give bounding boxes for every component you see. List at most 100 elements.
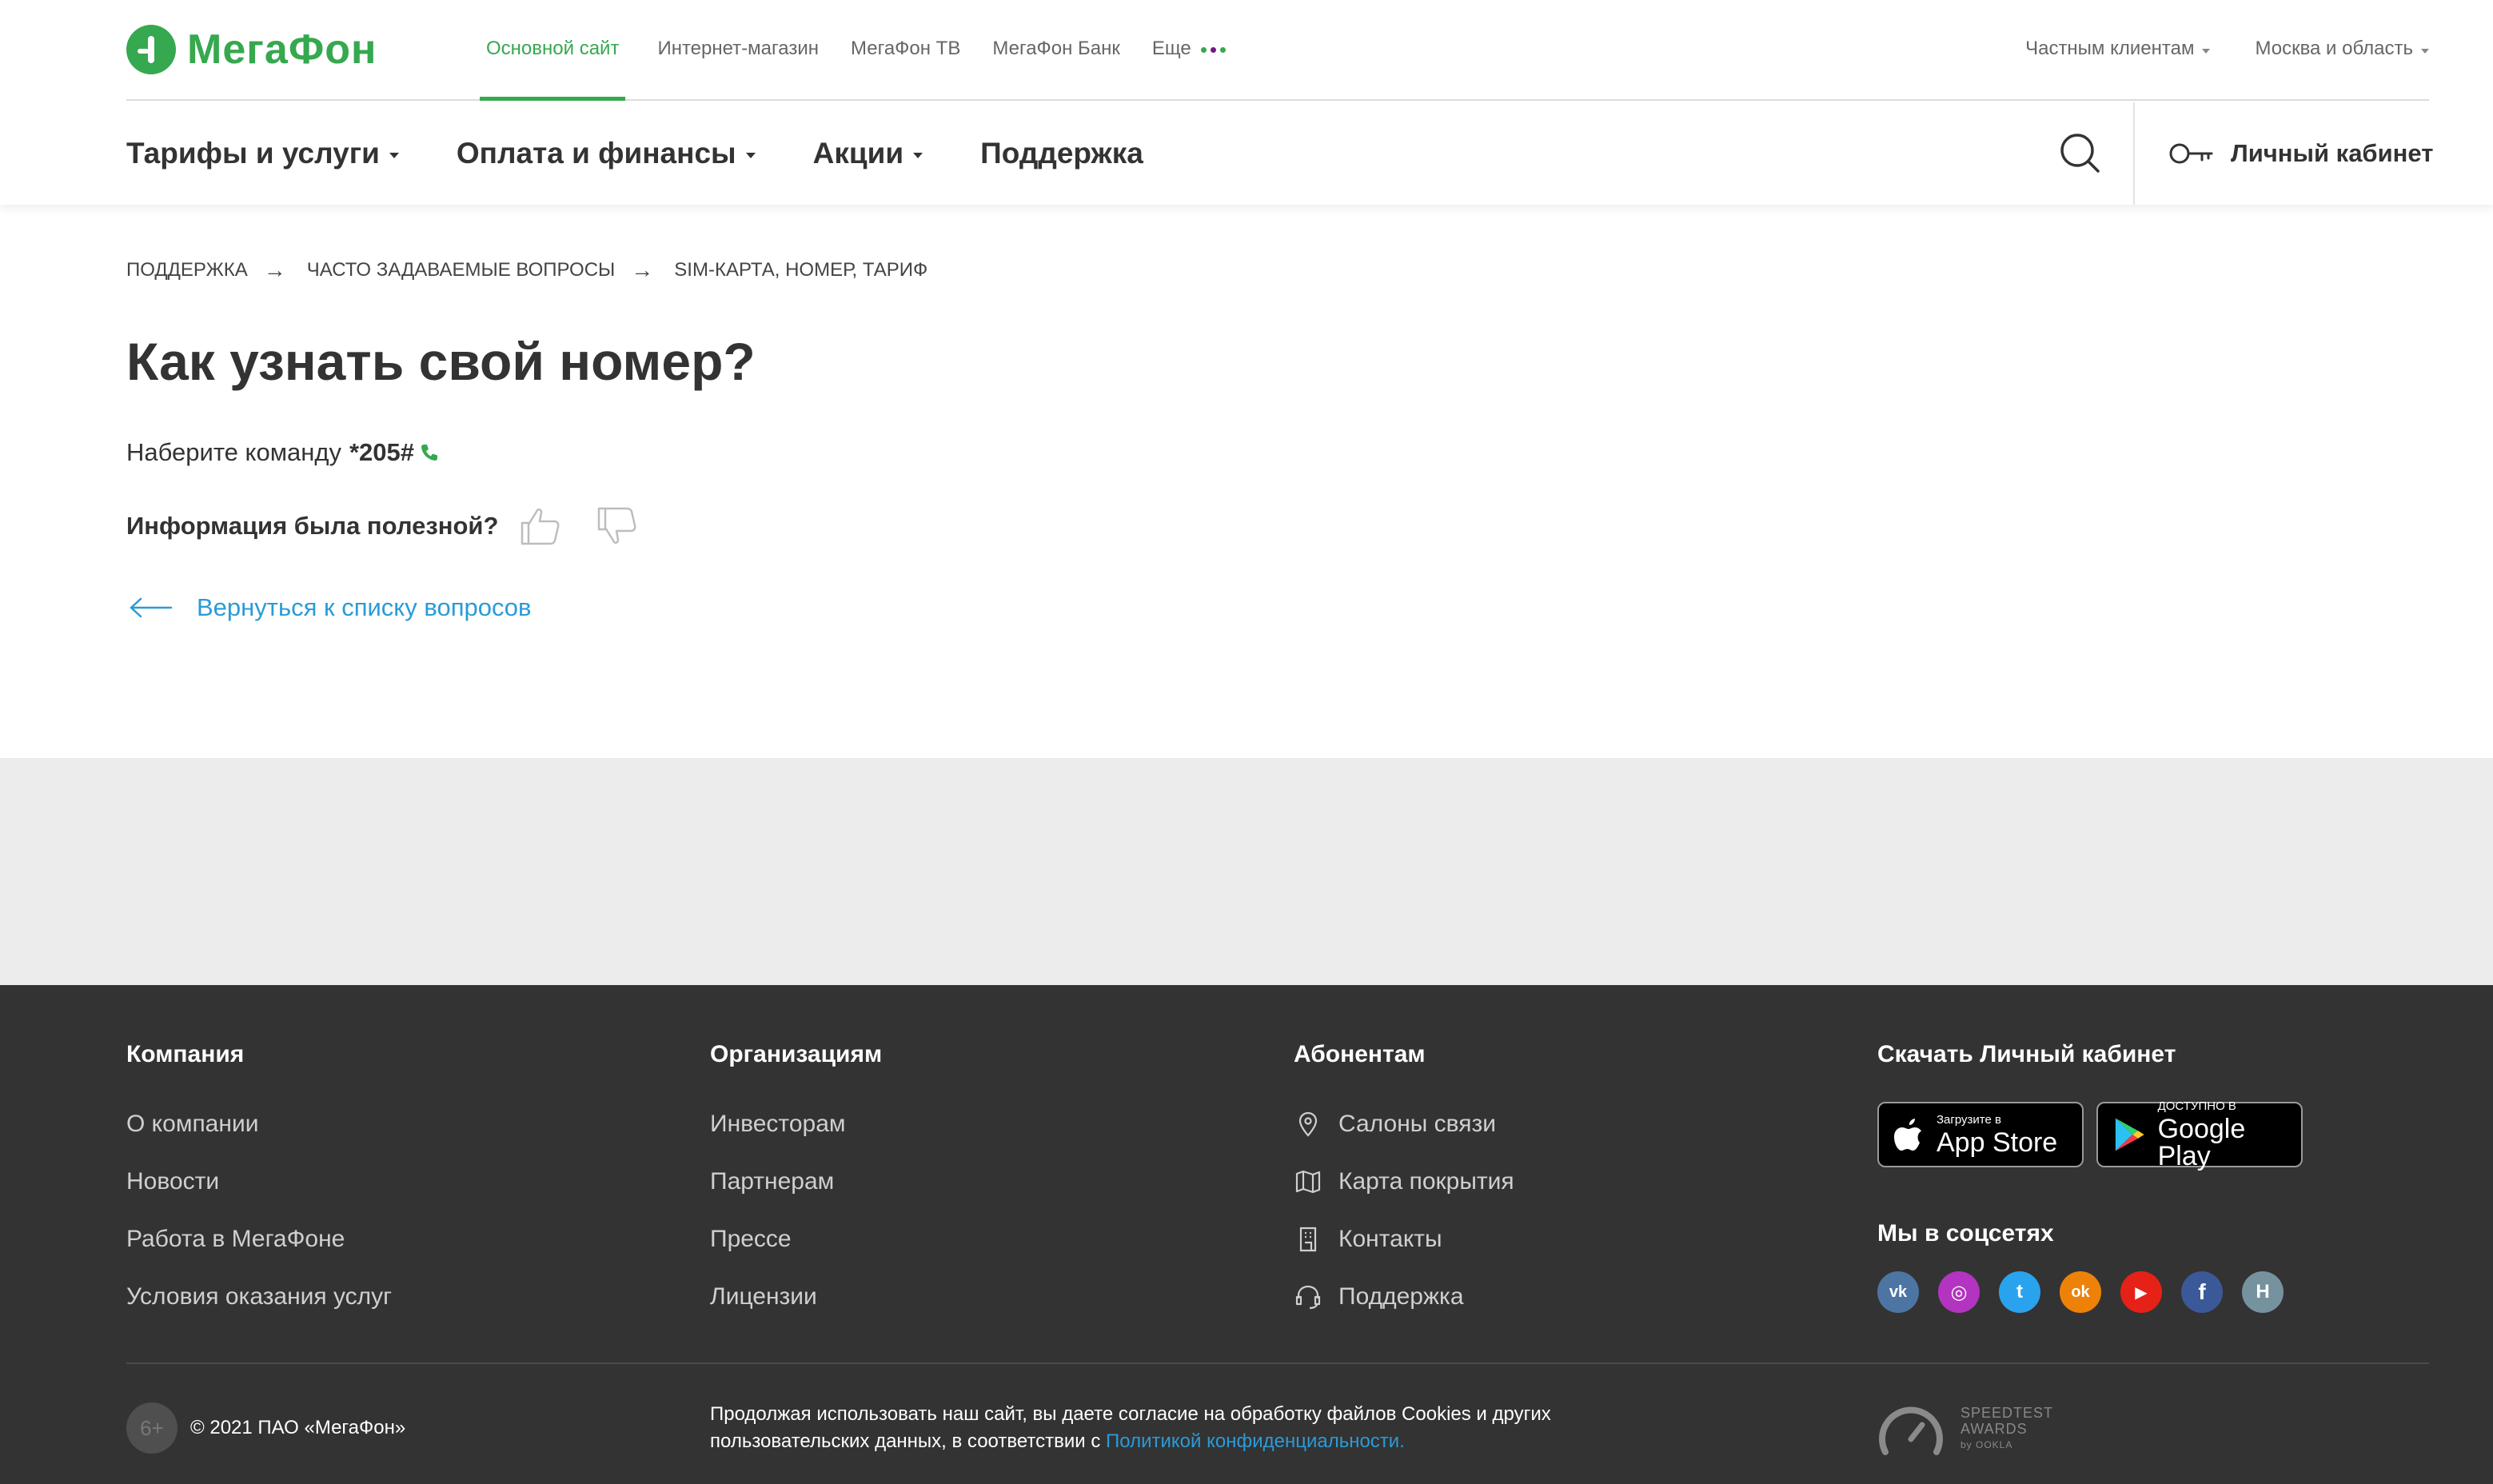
footer-link-support[interactable]: Поддержка <box>1294 1268 1514 1326</box>
speedtest-awards-badge[interactable]: SPEEDTEST AWARDS by OOKLA <box>1877 1401 2053 1457</box>
app-store-big: App Store <box>1937 1127 2058 1158</box>
nav-promos[interactable]: Акции <box>813 137 923 170</box>
footer-link[interactable]: Работа в МегаФоне <box>126 1211 392 1268</box>
arrow-right-icon: → <box>263 257 286 282</box>
google-play-big: Google Play <box>2157 1113 2246 1171</box>
footer-link-stores[interactable]: Салоны связи <box>1294 1095 1514 1153</box>
grey-spacer <box>0 758 2493 985</box>
answer-prefix: Наберите команду <box>126 438 341 466</box>
footer-link-contacts[interactable]: Контакты <box>1294 1211 1514 1268</box>
arrow-right-icon: → <box>631 257 654 282</box>
footer-column-organizations: Организациям Инвесторам Партнерам Прессе… <box>710 1041 882 1326</box>
footer-column-subscribers: Абонентам Салоны связи Карта покрытия Ко… <box>1294 1041 1514 1326</box>
store-badges: Загрузите в App Store ДОСТУПНО В Google … <box>1877 1099 2315 1171</box>
footer-link-label: Поддержка <box>1338 1283 1464 1310</box>
map-pin-icon <box>1298 1111 1318 1137</box>
feedback: Информация была полезной? <box>126 504 639 549</box>
topnav-more-label: Еще <box>1151 38 1191 59</box>
search-button[interactable] <box>2047 120 2114 187</box>
footer-divider <box>126 1362 2429 1364</box>
nav-support[interactable]: Поддержка <box>980 137 1143 170</box>
footer-column-title: Абонентам <box>1294 1041 1426 1067</box>
phone-icon[interactable] <box>419 442 440 463</box>
topnav-bank[interactable]: МегаФон Банк <box>992 0 1120 101</box>
footer-link-label: Салоны связи <box>1338 1111 1497 1137</box>
region-label: Москва и область <box>2255 38 2413 59</box>
footer-column-title: Организациям <box>710 1041 883 1067</box>
social-links: vk ◎ t ok ▶ f H <box>1877 1271 2315 1313</box>
personal-account-label: Личный кабинет <box>2231 139 2434 167</box>
footer-link[interactable]: О компании <box>126 1095 392 1153</box>
habr-icon[interactable]: H <box>2242 1271 2284 1313</box>
footer-link[interactable]: Прессе <box>710 1211 882 1268</box>
personal-account-button[interactable]: Личный кабинет <box>2168 102 2433 205</box>
footer-link-label: Контакты <box>1338 1226 1442 1252</box>
app-store-button[interactable]: Загрузите в App Store <box>1877 1102 2084 1167</box>
breadcrumb: ПОДДЕРЖКА → ЧАСТО ЗАДАВАЕМЫЕ ВОПРОСЫ → S… <box>126 257 927 283</box>
footer-link-label: Карта покрытия <box>1338 1168 1514 1195</box>
top-nav: Основной сайт Интернет-магазин МегаФон Т… <box>480 0 1262 101</box>
breadcrumb-item-faq[interactable]: ЧАСТО ЗАДАВАЕМЫЕ ВОПРОСЫ <box>307 259 616 281</box>
nav-payments[interactable]: Оплата и финансы <box>457 137 756 170</box>
vk-icon[interactable]: vk <box>1877 1271 1919 1313</box>
app-store-small: Загрузите в <box>1937 1112 2001 1127</box>
footer-link[interactable]: Партнерам <box>710 1153 882 1211</box>
apple-icon <box>1894 1119 1921 1151</box>
odnoklassniki-icon[interactable]: ok <box>2060 1271 2101 1313</box>
app-download-title: Скачать Личный кабинет <box>1877 1041 2176 1067</box>
footer-link[interactable]: Новости <box>126 1153 392 1211</box>
twitter-icon[interactable]: t <box>1999 1271 2040 1313</box>
nav-tariffs[interactable]: Тарифы и услуги <box>126 137 399 170</box>
top-right-selectors: Частным клиентам Москва и область <box>2025 0 2429 98</box>
page-title: Как узнать свой номер? <box>126 332 756 391</box>
region-selector[interactable]: Москва и область <box>2255 38 2429 60</box>
building-icon <box>1299 1227 1317 1252</box>
megafon-logo[interactable]: МегаФон <box>126 22 377 77</box>
chevron-down-icon <box>913 152 923 158</box>
footer-link[interactable]: Лицензии <box>710 1268 882 1326</box>
footer: Компания О компании Новости Работа в Мег… <box>0 985 2493 1484</box>
nav-tariffs-label: Тарифы и услуги <box>126 137 380 170</box>
main-nav: Тарифы и услуги Оплата и финансы Акции П… <box>0 102 2493 205</box>
youtube-icon[interactable]: ▶ <box>2120 1271 2162 1313</box>
google-play-small: ДОСТУПНО В <box>2157 1099 2236 1113</box>
footer-link[interactable]: Условия оказания услуг <box>126 1268 392 1326</box>
chevron-down-icon <box>2202 48 2211 54</box>
copyright: © 2021 ПАО «МегаФон» <box>190 1417 406 1438</box>
arrow-left-icon <box>130 597 173 618</box>
nav-promos-label: Акции <box>812 137 904 170</box>
topnav-more[interactable]: Еще <box>1152 0 1231 101</box>
footer-link[interactable]: Инвесторам <box>710 1095 882 1153</box>
topnav-shop[interactable]: Интернет-магазин <box>657 0 819 101</box>
headset-icon <box>1295 1285 1321 1310</box>
ussd-command[interactable]: *205# <box>349 438 414 467</box>
footer-column-apps: Скачать Личный кабинет Загрузите в App S… <box>1877 1041 2315 1313</box>
footer-link-coverage[interactable]: Карта покрытия <box>1294 1153 1514 1211</box>
topnav-tv[interactable]: МегаФон ТВ <box>851 0 960 101</box>
facebook-icon[interactable]: f <box>2181 1271 2223 1313</box>
thumbs-down-icon[interactable] <box>594 504 639 549</box>
back-link-label: Вернуться к списку вопросов <box>197 593 532 621</box>
key-icon <box>2169 143 2213 164</box>
cookie-notice: Продолжая использовать наш сайт, вы дает… <box>710 1401 1637 1455</box>
speedometer-icon <box>1879 1406 1943 1455</box>
topnav-main-site[interactable]: Основной сайт <box>480 0 626 101</box>
top-bar: МегаФон Основной сайт Интернет-магазин М… <box>126 0 2429 101</box>
thumbs-up-icon[interactable] <box>517 504 562 549</box>
chevron-down-icon <box>2421 48 2429 54</box>
search-icon <box>2060 134 2100 173</box>
instagram-icon[interactable]: ◎ <box>1938 1271 1980 1313</box>
logo-text: МегаФон <box>187 26 377 73</box>
breadcrumb-item-sim[interactable]: SIM-КАРТА, НОМЕР, ТАРИФ <box>674 259 927 281</box>
feedback-question: Информация была полезной? <box>126 512 499 540</box>
breadcrumb-item-support[interactable]: ПОДДЕРЖКА <box>126 259 248 281</box>
google-play-button[interactable]: ДОСТУПНО В Google Play <box>2096 1099 2303 1171</box>
speedtest-line3: by OOKLA <box>1960 1439 2013 1450</box>
answer-text: Наберите команду *205# <box>126 438 440 467</box>
speedtest-line1: SPEEDTEST <box>1960 1405 2054 1421</box>
chevron-down-icon <box>745 152 756 158</box>
nav-payments-label: Оплата и финансы <box>456 137 736 170</box>
privacy-policy-link[interactable]: Политикой конфиденциальности. <box>1106 1430 1405 1452</box>
back-to-questions-link[interactable]: Вернуться к списку вопросов <box>126 593 532 622</box>
segment-selector[interactable]: Частным клиентам <box>2025 38 2211 60</box>
